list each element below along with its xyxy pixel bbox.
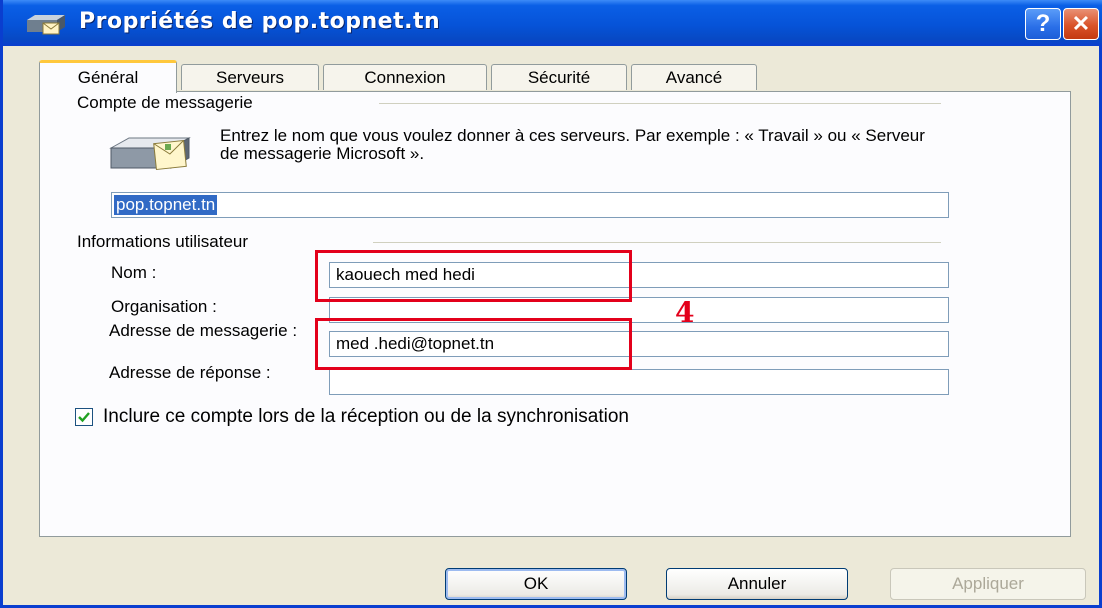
include-account-checkbox[interactable] <box>75 408 93 426</box>
properties-dialog: Propriétés de pop.topnet.tn ? ✕ Général … <box>0 0 1102 608</box>
account-group-title: Compte de messagerie <box>77 93 261 113</box>
organisation-label: Organisation : <box>111 297 217 316</box>
title-bar[interactable]: Propriétés de pop.topnet.tn ? ✕ <box>3 0 1102 46</box>
name-label: Nom : <box>111 263 157 282</box>
mail-server-icon <box>109 137 191 171</box>
annotation-highlight-email <box>315 318 632 370</box>
group-divider <box>373 242 941 243</box>
email-label: Adresse de messagerie : <box>109 321 298 340</box>
window-title: Propriétés de pop.topnet.tn <box>79 9 441 34</box>
help-icon: ? <box>1035 10 1051 37</box>
reply-field[interactable] <box>329 369 949 395</box>
help-button[interactable]: ? <box>1025 8 1061 40</box>
reply-label: Adresse de réponse : <box>109 363 271 382</box>
account-intro-text: Entrez le nom que vous voulez donner à c… <box>220 126 925 163</box>
include-account-label[interactable]: Inclure ce compte lors de la réception o… <box>103 406 629 428</box>
annotation-highlight-name <box>315 250 632 302</box>
tab-security[interactable]: Sécurité <box>491 64 627 90</box>
group-divider <box>379 103 941 104</box>
ok-button[interactable]: OK <box>445 568 627 600</box>
mail-account-icon <box>27 15 65 35</box>
checkmark-icon <box>78 412 90 423</box>
tab-advanced[interactable]: Avancé <box>631 64 757 90</box>
account-name-value: pop.topnet.tn <box>114 195 218 215</box>
tab-general[interactable]: Général <box>39 60 177 93</box>
cancel-button[interactable]: Annuler <box>666 568 848 600</box>
close-icon: ✕ <box>1071 11 1091 36</box>
tab-servers[interactable]: Serveurs <box>181 64 319 90</box>
apply-button[interactable]: Appliquer <box>890 568 1086 600</box>
tab-connection[interactable]: Connexion <box>323 64 487 90</box>
user-group-title: Informations utilisateur <box>77 232 257 252</box>
close-button[interactable]: ✕ <box>1063 8 1099 40</box>
account-name-field[interactable]: pop.topnet.tn <box>111 192 949 218</box>
annotation-marker: 4 <box>675 296 695 329</box>
